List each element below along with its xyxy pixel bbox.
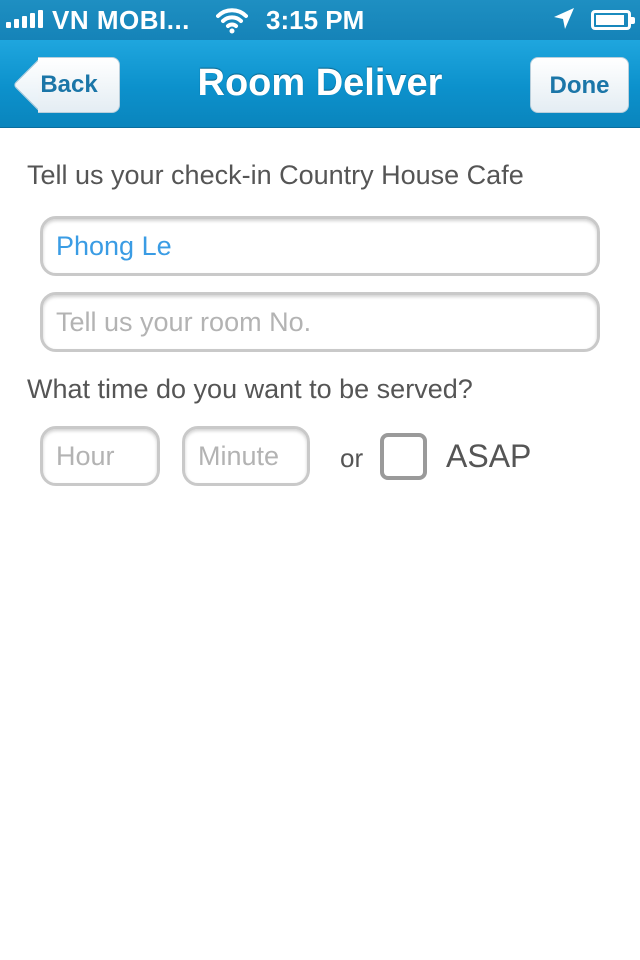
name-input[interactable]: Phong Le	[40, 216, 600, 276]
status-bar: VN MOBI... 3:15 PM	[0, 0, 640, 40]
hour-input[interactable]: Hour	[40, 426, 160, 486]
back-button[interactable]: Back	[12, 56, 120, 114]
status-time: 3:15 PM	[266, 5, 365, 35]
room-number-input[interactable]: Tell us your room No.	[40, 292, 600, 352]
carrier-name: VN MOBI...	[52, 5, 190, 35]
location-arrow-icon	[552, 6, 576, 39]
minute-input[interactable]: Minute	[182, 426, 310, 486]
navigation-bar: Room Deliver Back Done	[0, 40, 640, 128]
or-label: or	[340, 443, 364, 473]
checkin-prompt: Tell us your check-in Country House Cafe	[27, 160, 524, 190]
done-button[interactable]: Done	[530, 57, 629, 113]
time-prompt: What time do you want to be served?	[27, 374, 473, 404]
wifi-icon	[216, 6, 248, 41]
battery-icon	[591, 10, 635, 30]
asap-label: ASAP	[446, 438, 532, 474]
signal-icon	[6, 10, 43, 28]
asap-checkbox[interactable]	[380, 433, 427, 480]
back-button-label: Back	[40, 71, 98, 98]
